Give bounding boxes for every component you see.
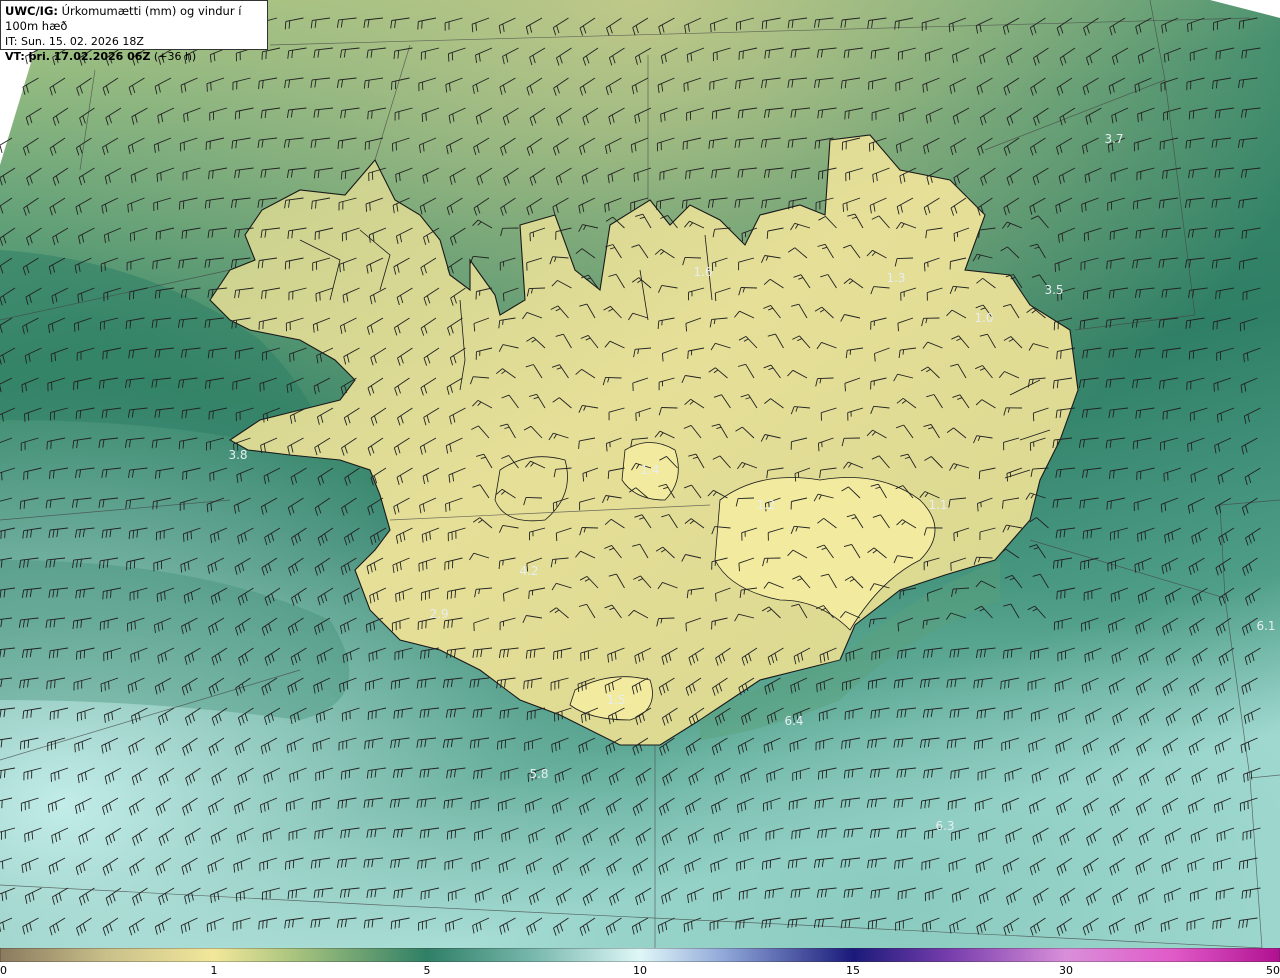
colorbar-tick-label: 30	[1059, 964, 1073, 977]
value-label: 6.4	[784, 714, 804, 728]
value-label: 2.9	[429, 607, 449, 621]
value-label: 6.1	[1256, 619, 1276, 633]
product-code: UWC/IG:	[5, 4, 58, 18]
colorbar-tick-label: 1	[210, 964, 218, 977]
colorbar-tick-label: 15	[846, 964, 860, 977]
colorbar-tick-label: 0	[0, 964, 7, 977]
initial-time: IT: Sun. 15. 02. 2026 18Z	[5, 35, 144, 48]
value-label: 1.3	[886, 271, 906, 285]
colorbar-tick-label: 5	[423, 964, 431, 977]
value-label: 1.5	[606, 693, 626, 707]
value-label: 3.8	[228, 448, 248, 462]
value-label: 1.4	[640, 463, 660, 477]
value-label: 1.0	[974, 311, 994, 325]
forecast-lead: (+36 h)	[150, 50, 197, 63]
value-label: 4.2	[519, 564, 539, 578]
value-label: 3.7	[1104, 132, 1124, 146]
map-title-box: UWC/IG: Úrkomumætti (mm) og vindur í 100…	[0, 0, 268, 63]
value-label: 1.6	[693, 265, 713, 279]
precipitation-colorbar: 0 1 5 10 15 30 50	[0, 948, 1280, 978]
value-label: 5.8	[529, 767, 549, 781]
precipitation-wind-map: 3.7 3.5 3.8 4.2 2.9 6.1 6.4 5.8 6.3 1.6 …	[0, 0, 1280, 948]
value-label: 1.2	[756, 498, 776, 512]
valid-time: VT: þri. 17.02.2026 06Z	[5, 50, 151, 63]
value-label: 1.1	[928, 498, 948, 512]
value-label: 3.5	[1044, 283, 1064, 297]
value-label: 6.3	[935, 819, 955, 833]
colorbar-tick-label: 50	[1266, 964, 1280, 977]
colorbar-tick-label: 10	[633, 964, 647, 977]
